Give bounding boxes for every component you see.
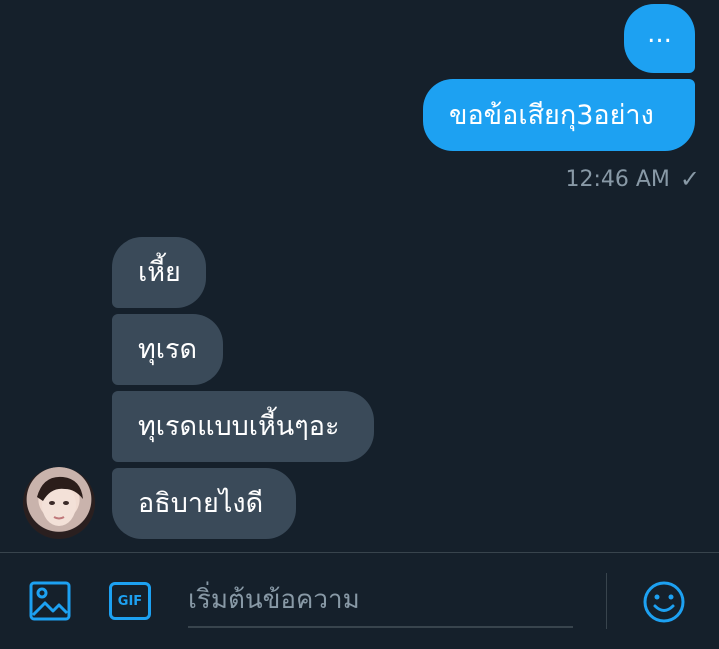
emoji-button[interactable] <box>640 578 688 626</box>
composer-divider <box>606 573 607 629</box>
incoming-message[interactable]: ทุเรด <box>112 314 223 385</box>
message-text: อธิบายไงดี <box>138 488 264 519</box>
message-text: ขอข้อเสียกุ3อย่าง <box>449 99 654 131</box>
gif-label: GIF <box>117 593 143 609</box>
avatar[interactable] <box>23 467 95 539</box>
gif-icon: GIF <box>109 582 151 620</box>
message-text: ทุเรดแบบเหี้นๆอะ <box>138 411 340 442</box>
incoming-message[interactable]: เหี้ย <box>112 237 206 308</box>
outgoing-message[interactable]: ... <box>624 4 695 73</box>
message-meta: 12:46 AM ✓ <box>540 162 700 196</box>
incoming-message[interactable]: ทุเรดแบบเหี้นๆอะ <box>112 391 374 462</box>
incoming-message[interactable]: อธิบายไงดี <box>112 468 296 539</box>
message-text: ... <box>647 18 672 49</box>
message-input-wrapper <box>188 573 573 628</box>
message-text: เหี้ย <box>138 257 181 288</box>
emoji-icon <box>643 581 685 623</box>
message-thread: ... ขอข้อเสียกุ3อย่าง 12:46 AM ✓ เหี้ย ท… <box>0 0 719 552</box>
message-text: ทุเรด <box>138 334 198 365</box>
outgoing-message[interactable]: ขอข้อเสียกุ3อย่าง <box>423 79 695 151</box>
gif-button[interactable]: GIF <box>107 578 153 624</box>
message-input[interactable] <box>188 573 573 626</box>
image-icon <box>29 581 71 621</box>
image-button[interactable] <box>27 578 73 624</box>
check-icon: ✓ <box>679 165 700 193</box>
avatar-face-icon <box>37 476 83 526</box>
message-timestamp: 12:46 AM <box>565 166 670 192</box>
